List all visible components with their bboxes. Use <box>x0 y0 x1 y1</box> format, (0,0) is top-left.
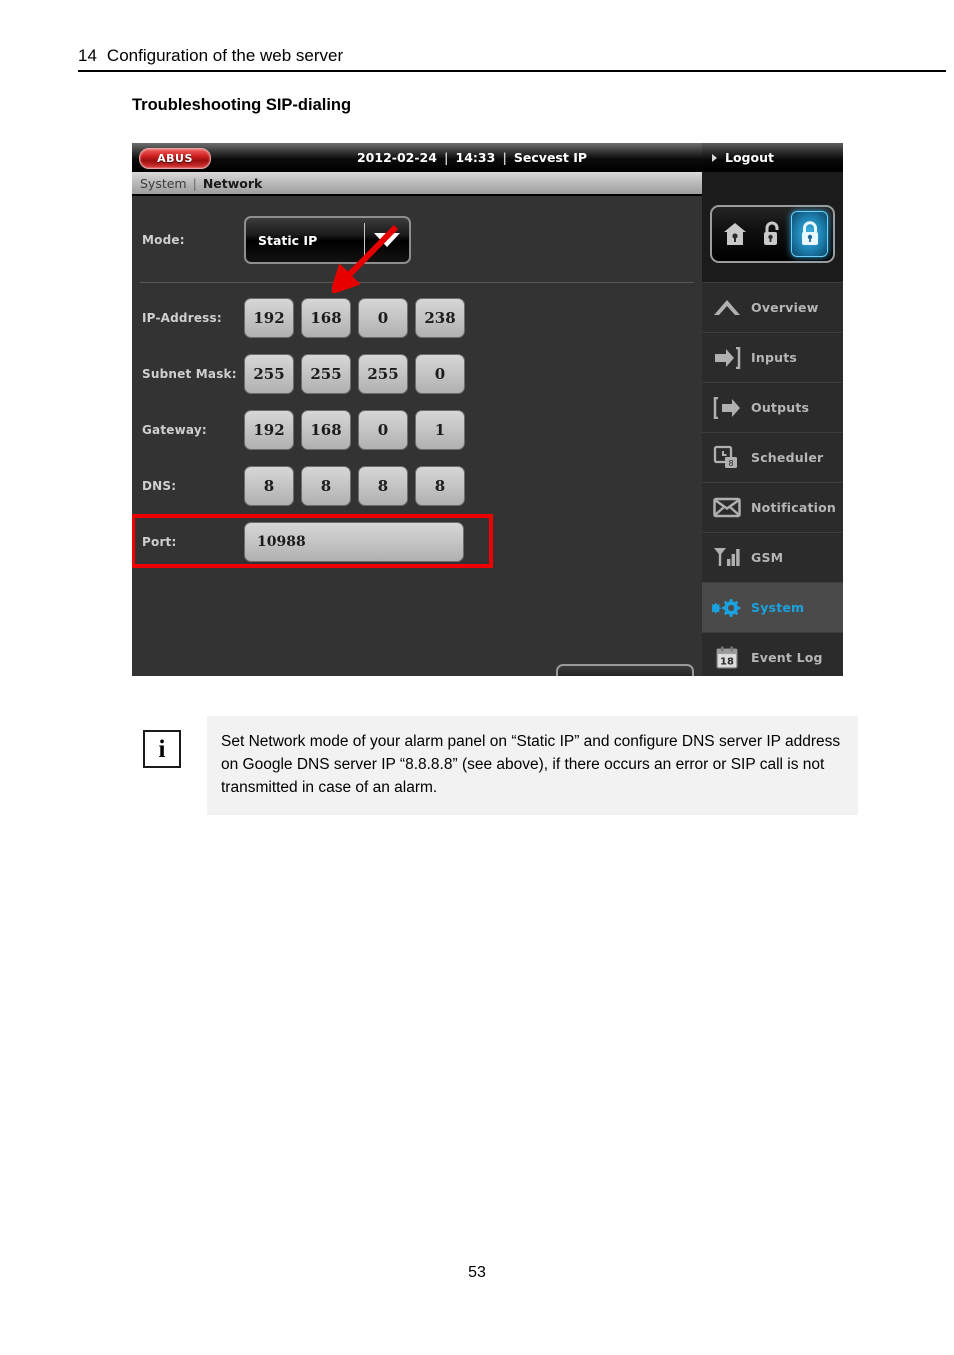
subnet-octet-2[interactable]: 255 <box>301 354 351 394</box>
chapter-title: Configuration of the web server <box>106 46 344 65</box>
current-date: 2012-02-24 <box>356 150 437 165</box>
port-label: Port: <box>142 535 177 549</box>
arm-button[interactable] <box>791 211 828 257</box>
dns-octet-1[interactable]: 8 <box>244 466 294 506</box>
svg-text:8: 8 <box>728 459 733 468</box>
sidebar-item-notification[interactable]: Notification <box>702 482 843 532</box>
dns-octet-4[interactable]: 8 <box>415 466 465 506</box>
dns-octet-3[interactable]: 8 <box>358 466 408 506</box>
info-icon-glyph: i <box>158 735 166 763</box>
logout-button[interactable]: Logout <box>702 143 843 172</box>
arrow-in-icon <box>712 344 742 372</box>
ip-address-label: IP-Address: <box>142 311 222 325</box>
ip-octet-2[interactable]: 168 <box>301 298 351 338</box>
subnet-octet-3[interactable]: 255 <box>358 354 408 394</box>
subnet-mask-row: Subnet Mask: 255 255 255 0 <box>132 346 702 402</box>
triangle-right-icon <box>712 153 717 162</box>
gateway-octet-2[interactable]: 168 <box>301 410 351 450</box>
port-input[interactable]: 10988 <box>244 522 464 562</box>
breadcrumb-separator: | <box>192 175 197 191</box>
sidebar-label-overview: Overview <box>751 300 819 315</box>
home-icon <box>712 294 742 322</box>
mode-row: Mode: Static IP <box>132 204 702 276</box>
sidebar-label-inputs: Inputs <box>751 350 798 365</box>
gateway-octet-3[interactable]: 0 <box>358 410 408 450</box>
sidebar-item-system[interactable]: System <box>702 582 843 632</box>
sidebar-label-scheduler: Scheduler <box>751 450 824 465</box>
titlebar-main: ABUS 2012-02-24 | 14:33 | Secvest IP <box>132 143 702 172</box>
home-arm-button[interactable] <box>717 212 752 256</box>
info-note: Set Network mode of your alarm panel on … <box>207 716 858 815</box>
sidebar-item-inputs[interactable]: Inputs <box>702 332 843 382</box>
chevron-down-icon[interactable] <box>365 233 409 247</box>
device-name: Secvest IP <box>513 150 588 165</box>
section-divider <box>140 282 694 283</box>
disarm-button[interactable] <box>754 212 789 256</box>
subnet-octet-1[interactable]: 255 <box>244 354 294 394</box>
sidebar-label-event-log: Event Log <box>751 650 823 665</box>
arrow-out-icon <box>712 394 742 422</box>
network-settings-panel: Mode: Static IP IP-Address: 192 168 0 23… <box>132 194 702 676</box>
arm-control-panel <box>702 196 843 272</box>
page-number: 53 <box>468 1264 486 1281</box>
breadcrumb-current: Network <box>202 175 263 191</box>
header-rule <box>78 70 946 72</box>
subnet-mask-label: Subnet Mask: <box>142 367 237 381</box>
dns-octet-2[interactable]: 8 <box>301 466 351 506</box>
sidebar-item-scheduler[interactable]: 8 Scheduler <box>702 432 843 482</box>
gateway-octet-4[interactable]: 1 <box>415 410 465 450</box>
date-separator: | <box>443 150 449 165</box>
time-separator: | <box>502 150 507 165</box>
arm-state-group <box>710 205 835 263</box>
ip-octet-4[interactable]: 238 <box>415 298 465 338</box>
current-time: 14:33 <box>455 150 496 165</box>
document-running-header: 14 Configuration of the web server <box>78 46 946 72</box>
sidebar-label-outputs: Outputs <box>751 400 810 415</box>
gateway-octet-1[interactable]: 192 <box>244 410 294 450</box>
house-lock-icon <box>723 223 746 245</box>
signal-bars-icon <box>712 544 742 572</box>
unlocked-padlock-icon <box>763 221 778 245</box>
chapter-number: 14 <box>78 46 97 65</box>
sidebar-label-system: System <box>751 600 805 615</box>
sidebar-label-notification: Notification <box>751 500 837 515</box>
sidebar-item-overview[interactable]: Overview <box>702 282 843 332</box>
envelope-icon <box>712 494 742 522</box>
embedded-web-server-screenshot: ABUS 2012-02-24 | 14:33 | Secvest IP Log… <box>132 143 843 676</box>
dns-row: DNS: 8 8 8 8 <box>132 458 702 514</box>
sidebar-label-gsm: GSM <box>751 550 784 565</box>
clock-calendar-icon: 8 <box>712 444 742 472</box>
locked-padlock-icon <box>801 221 818 245</box>
sidebar-item-outputs[interactable]: Outputs <box>702 382 843 432</box>
gateway-row: Gateway: 192 168 0 1 <box>132 402 702 458</box>
sidebar-nav: Overview Inputs Outputs 8 Scheduler Noti… <box>702 282 843 676</box>
app-titlebar: ABUS 2012-02-24 | 14:33 | Secvest IP Log… <box>132 143 843 172</box>
ip-octet-3[interactable]: 0 <box>358 298 408 338</box>
info-note-text: Set Network mode of your alarm panel on … <box>221 733 841 796</box>
info-icon: i <box>143 730 181 768</box>
ip-octet-1[interactable]: 192 <box>244 298 294 338</box>
calendar-18-icon: 18 <box>712 644 742 672</box>
subnet-octet-4[interactable]: 0 <box>415 354 465 394</box>
gear-icon <box>712 594 742 622</box>
sidebar-item-gsm[interactable]: GSM <box>702 532 843 582</box>
abus-logo-text: ABUS <box>157 152 193 165</box>
titlebar-status: 2012-02-24 | 14:33 | Secvest IP <box>262 143 682 172</box>
breadcrumb-root[interactable]: System <box>140 176 187 191</box>
svg-text:18: 18 <box>720 656 734 667</box>
port-row: Port: 10988 <box>132 514 702 570</box>
right-sidebar: Overview Inputs Outputs 8 Scheduler Noti… <box>702 172 843 676</box>
logout-label: Logout <box>725 150 774 165</box>
gateway-label: Gateway: <box>142 423 207 437</box>
breadcrumb: System | Network <box>132 172 702 194</box>
ip-address-row: IP-Address: 192 168 0 238 <box>132 290 702 346</box>
page-title: Troubleshooting SIP-dialing <box>132 96 352 114</box>
mode-label: Mode: <box>142 233 185 247</box>
abus-logo: ABUS <box>139 148 211 169</box>
sidebar-item-event-log[interactable]: 18 Event Log <box>702 632 843 676</box>
dns-label: DNS: <box>142 479 177 493</box>
apply-button[interactable]: Apply <box>556 664 694 676</box>
mode-select[interactable]: Static IP <box>244 216 411 264</box>
mode-selected-value: Static IP <box>258 232 318 248</box>
